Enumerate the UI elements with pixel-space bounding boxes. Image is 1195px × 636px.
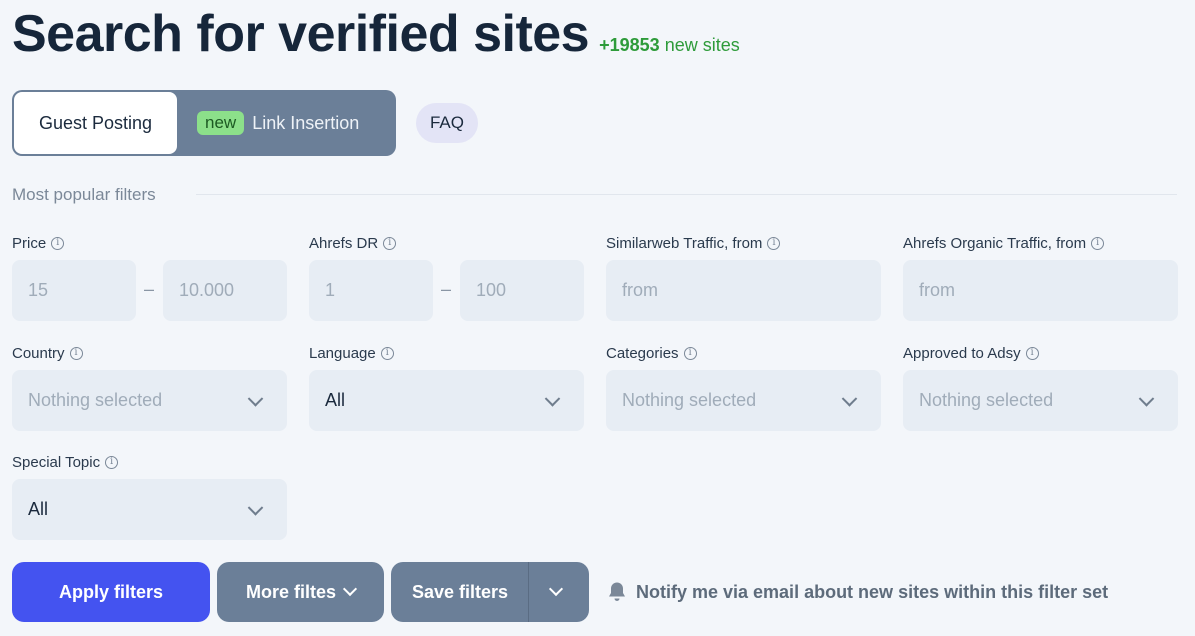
new-badge: new: [197, 111, 245, 135]
info-icon[interactable]: i: [380, 346, 394, 360]
chevron-down-icon: [247, 499, 264, 516]
title-row: Search for verified sites +19853 new sit…: [12, 4, 740, 64]
approved-select[interactable]: Nothing selected: [903, 370, 1178, 431]
apply-filters-button[interactable]: Apply filters: [12, 562, 210, 622]
similarweb-traffic-input[interactable]: from: [606, 260, 881, 321]
info-icon[interactable]: i: [69, 346, 83, 360]
more-filters-label: More filtes: [245, 581, 337, 602]
approved-value: Nothing selected: [919, 390, 1054, 410]
chevron-down-icon: [342, 581, 358, 597]
info-icon[interactable]: i: [683, 346, 697, 360]
ahrefs-organic-label: Ahrefs Organic Traffic, from i: [903, 233, 1105, 253]
country-value: Nothing selected: [28, 390, 163, 410]
special-topic-label-text: Special Topic: [12, 453, 101, 471]
info-icon[interactable]: i: [1091, 236, 1105, 250]
save-filters-button[interactable]: Save filters: [391, 582, 508, 603]
ahrefs-dr-to-input[interactable]: 100: [460, 260, 584, 321]
section-divider: [196, 194, 1177, 195]
info-icon[interactable]: i: [1025, 346, 1039, 360]
chevron-down-icon: [247, 390, 264, 407]
new-sites-count: +19853: [599, 35, 660, 55]
ahrefs-organic-label-text: Ahrefs Organic Traffic, from: [903, 234, 1087, 252]
info-icon[interactable]: i: [105, 455, 119, 469]
chevron-down-icon: [841, 390, 858, 407]
new-sites-label: new sites: [664, 35, 740, 55]
approved-label-text: Approved to Adsy: [903, 344, 1021, 362]
tab-guest-posting[interactable]: Guest Posting: [14, 92, 177, 154]
price-label-text: Price: [12, 234, 47, 252]
tab-link-insertion[interactable]: new Link Insertion: [197, 90, 359, 156]
page-title: Search for verified sites: [12, 5, 590, 63]
chevron-down-icon: [544, 390, 561, 407]
categories-select[interactable]: Nothing selected: [606, 370, 881, 431]
ahrefs-dr-label-text: Ahrefs DR: [309, 234, 379, 252]
similarweb-label-text: Similarweb Traffic, from: [606, 234, 763, 252]
info-icon[interactable]: i: [767, 236, 781, 250]
price-from-input[interactable]: 15: [12, 260, 136, 321]
approved-label: Approved to Adsy i: [903, 343, 1039, 363]
language-label: Language i: [309, 343, 394, 363]
faq-button[interactable]: FAQ: [416, 103, 478, 143]
special-topic-label: Special Topic i: [12, 452, 119, 472]
categories-label: Categories i: [606, 343, 697, 363]
ahrefs-dr-from-input[interactable]: 1: [309, 260, 433, 321]
categories-value: Nothing selected: [622, 390, 757, 410]
notify-email-link[interactable]: Notify me via email about new sites with…: [607, 581, 1108, 603]
more-filters-button[interactable]: More filtes: [217, 562, 384, 622]
country-select[interactable]: Nothing selected: [12, 370, 287, 431]
info-icon[interactable]: i: [51, 236, 65, 250]
new-sites-counter: +19853 new sites: [599, 35, 740, 56]
country-label: Country i: [12, 343, 83, 363]
special-topic-value: All: [28, 499, 49, 519]
price-to-input[interactable]: 10.000: [163, 260, 287, 321]
ahrefs-dr-range-separator: –: [441, 279, 452, 299]
chevron-down-icon: [548, 581, 564, 597]
link-insertion-label: Link Insertion: [252, 112, 360, 133]
mode-switch: Guest Posting new Link Insertion: [12, 90, 396, 156]
bell-icon: [609, 582, 625, 601]
language-select[interactable]: All: [309, 370, 584, 431]
language-label-text: Language: [309, 344, 376, 362]
price-range-separator: –: [144, 279, 155, 299]
ahrefs-dr-label: Ahrefs DR i: [309, 233, 397, 253]
notify-email-text: Notify me via email about new sites with…: [636, 581, 1109, 602]
ahrefs-organic-traffic-input[interactable]: from: [903, 260, 1178, 321]
country-label-text: Country: [12, 344, 65, 362]
language-value: All: [325, 390, 346, 410]
save-filters-group: Save filters: [391, 562, 589, 622]
categories-label-text: Categories: [606, 344, 679, 362]
similarweb-label: Similarweb Traffic, from i: [606, 233, 781, 253]
special-topic-select[interactable]: All: [12, 479, 287, 540]
info-icon[interactable]: i: [383, 236, 397, 250]
chevron-down-icon: [1138, 390, 1155, 407]
section-label: Most popular filters: [12, 185, 156, 204]
save-filters-dropdown-button[interactable]: [529, 562, 589, 622]
price-label: Price i: [12, 233, 65, 253]
